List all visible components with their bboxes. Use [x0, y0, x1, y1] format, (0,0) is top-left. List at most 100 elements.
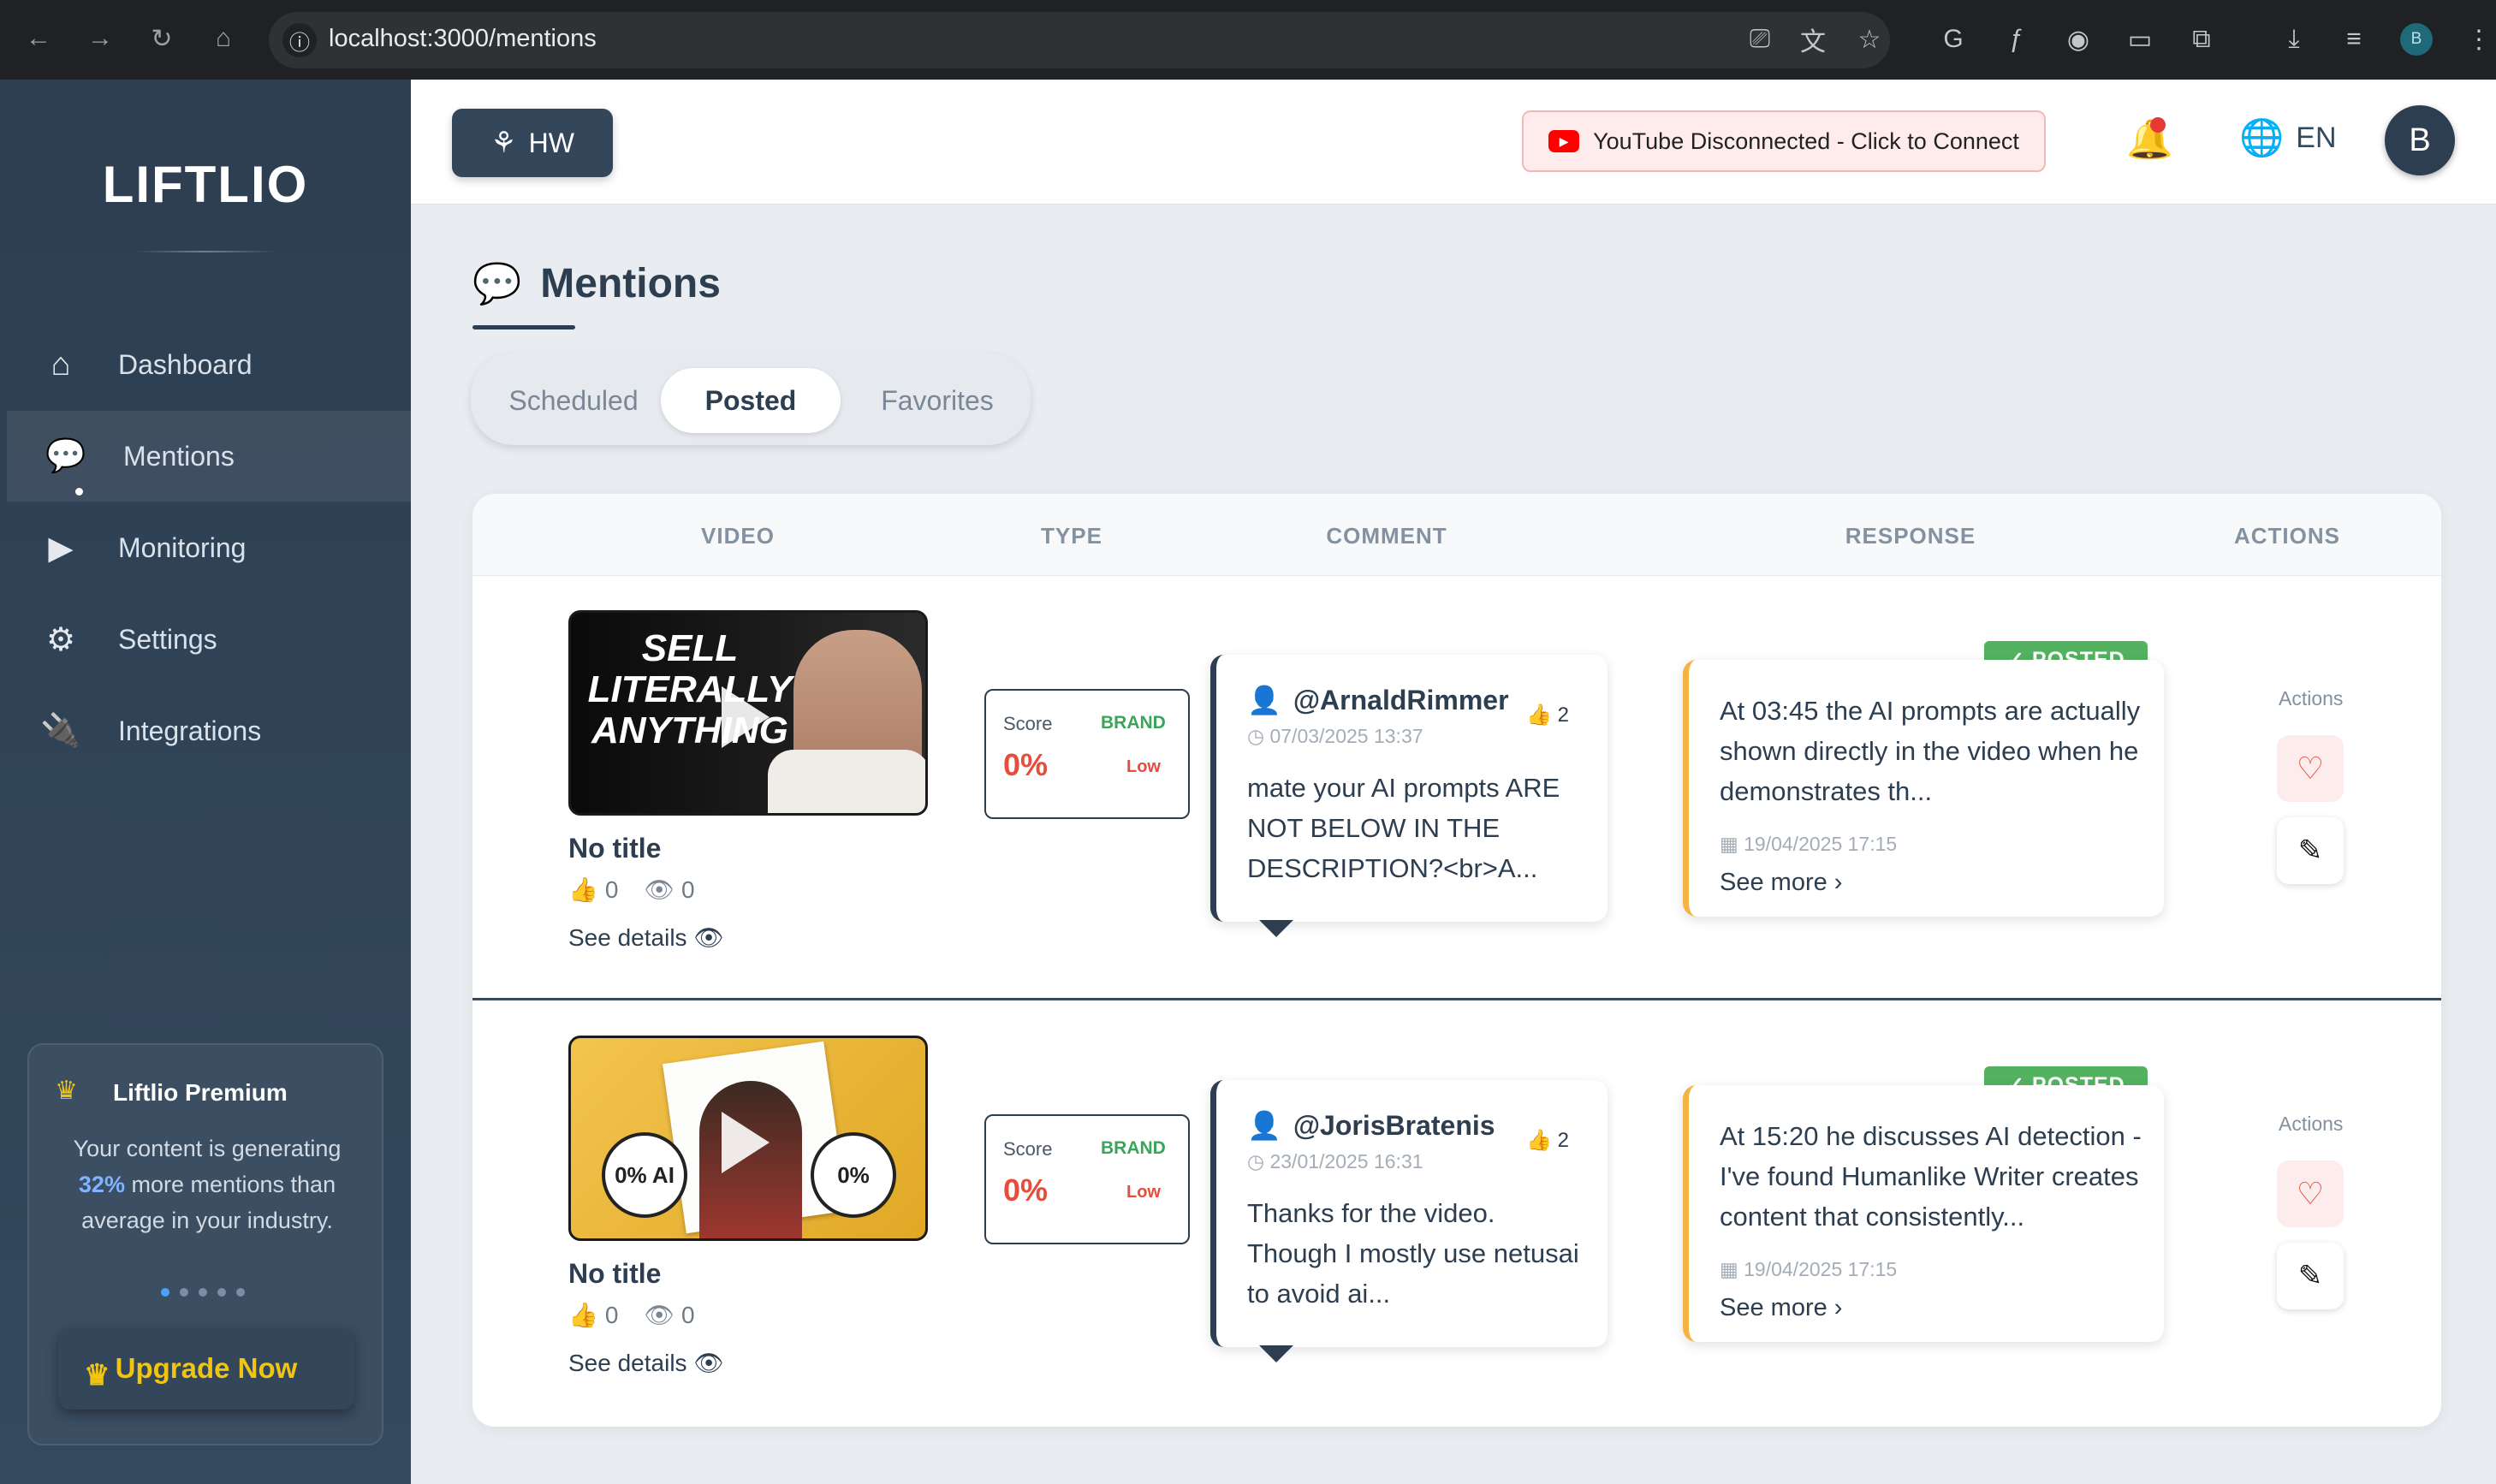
views-count: 0 — [681, 1302, 695, 1328]
see-more-link[interactable]: See more › — [1720, 1294, 1842, 1322]
comment-author[interactable]: 👤 @JorisBratenis — [1247, 1109, 1495, 1142]
download-icon[interactable]: ⤓ — [2277, 22, 2311, 56]
comment-date-text: 07/03/2025 13:37 — [1269, 725, 1423, 747]
home-browser-icon[interactable]: ⌂ — [205, 21, 241, 56]
play-icon[interactable] — [722, 1112, 770, 1173]
video-views: 👁 0 — [644, 876, 694, 904]
thumbnail-badge-left: 0% AI — [602, 1132, 687, 1218]
youtube-connect-button[interactable]: ▶ YouTube Disconnected - Click to Connec… — [1522, 110, 2046, 172]
column-header-actions: ACTIONS — [2234, 523, 2340, 549]
comment-card: 👤 @ArnaldRimmer 👍 2 ◷ 07/03/2025 13:37 ma… — [1210, 655, 1608, 937]
calendar-icon: ▦ — [1720, 1258, 1738, 1280]
table-header: VIDEO TYPE COMMENT RESPONSE ACTIONS — [472, 494, 2441, 576]
crown-icon: ♛ — [55, 1077, 78, 1105]
formula-extension-icon[interactable]: ƒ — [2000, 22, 2034, 56]
reload-icon[interactable]: ↻ — [144, 21, 180, 56]
app-logo[interactable]: LIFTLIO — [0, 155, 411, 214]
tab-posted[interactable]: Posted — [661, 368, 841, 433]
forward-icon[interactable]: → — [82, 21, 118, 56]
comment-pointer — [1259, 1345, 1293, 1362]
carousel-dot[interactable] — [180, 1288, 188, 1297]
premium-text-before: Your content is generating — [73, 1136, 342, 1161]
video-thumbnail[interactable]: SELL LITERALLY ANYTHING — [568, 610, 928, 816]
edit-button[interactable]: ✎ — [2277, 1243, 2344, 1309]
translate-icon[interactable]: 文 — [1796, 22, 1830, 56]
sidebar-item-mentions[interactable]: 💬 Mentions — [7, 411, 411, 502]
thumbnail-shirt — [768, 750, 925, 813]
comments-icon: 💬 — [472, 261, 522, 306]
table-row: SELL LITERALLY ANYTHING No title 👍 0 👁 0 S… — [472, 576, 2441, 1000]
heart-icon: ♡ — [2296, 751, 2325, 786]
video-title: No title — [568, 833, 662, 864]
notification-bell-icon[interactable]: 🔔 — [2126, 117, 2173, 162]
camera-extension-icon[interactable]: ◉ — [2061, 22, 2095, 56]
type-badge: BRAND — [1101, 713, 1166, 733]
sidebar-item-monitoring[interactable]: ▶ Monitoring — [7, 502, 411, 593]
install-icon[interactable]: ⎚ — [1743, 22, 1777, 56]
sidebar-item-integrations[interactable]: 🔌 Integrations — [7, 686, 411, 776]
response-date-text: 19/04/2025 17:15 — [1744, 833, 1898, 855]
bookmark-star-icon[interactable]: ☆ — [1852, 22, 1887, 56]
response-card: At 03:45 the AI prompts are actually sho… — [1683, 660, 2164, 917]
comment-date: ◷ 07/03/2025 13:37 — [1247, 725, 1423, 748]
see-details-link[interactable]: See details 👁 — [568, 1349, 724, 1377]
upgrade-button[interactable]: ♛ Upgrade Now — [58, 1327, 354, 1410]
video-stats: 👍 0 👁 0 — [568, 876, 695, 904]
site-info-icon[interactable]: ⓘ — [282, 23, 317, 57]
thumbs-up-icon: 👍 — [568, 1302, 598, 1328]
row-divider — [472, 998, 2441, 1000]
sidebar-item-label: Monitoring — [118, 531, 247, 563]
plug-icon: 🔌 — [40, 713, 81, 749]
project-label: HW — [528, 127, 574, 158]
logo-divider — [134, 251, 277, 252]
response-date-text: 19/04/2025 17:15 — [1744, 1258, 1898, 1280]
carousel-dot[interactable] — [236, 1288, 245, 1297]
browser-menu-icon[interactable]: ⋮ — [2462, 22, 2496, 56]
carousel-dots[interactable] — [161, 1288, 245, 1297]
chevron-right-icon: › — [1833, 1294, 1843, 1321]
thumbs-up-icon: 👍 — [1526, 703, 1552, 727]
score-label: Score — [1003, 713, 1053, 734]
thumbs-up-icon: 👍 — [568, 876, 598, 903]
favorite-button[interactable]: ♡ — [2277, 735, 2344, 802]
sidebar-item-dashboard[interactable]: ⌂ Dashboard — [7, 319, 411, 410]
see-more-link[interactable]: See more › — [1720, 869, 1842, 897]
mentions-table: VIDEO TYPE COMMENT RESPONSE ACTIONS SELL… — [472, 494, 2441, 1427]
extensions-puzzle-icon[interactable]: ⧉ — [2184, 22, 2219, 56]
thumbnail-badge-right: 0% — [811, 1132, 896, 1218]
response-date: ▦ 19/04/2025 17:15 — [1720, 1258, 1897, 1281]
heart-icon: ♡ — [2296, 1176, 2325, 1211]
edit-button[interactable]: ✎ — [2277, 817, 2344, 884]
carousel-dot[interactable] — [161, 1288, 169, 1297]
see-details-link[interactable]: See details 👁 — [568, 923, 724, 952]
sidebar-item-settings[interactable]: ⚙ Settings — [7, 594, 411, 685]
address-bar[interactable]: ⓘ localhost:3000/mentions — [269, 12, 1890, 68]
project-selector-button[interactable]: ⚘ HW — [452, 109, 613, 177]
video-thumbnail[interactable]: 0% AI 0% — [568, 1036, 928, 1241]
upgrade-label: Upgrade Now — [115, 1352, 298, 1384]
pencil-icon: ✎ — [2297, 834, 2323, 867]
active-indicator — [75, 488, 83, 496]
window-extension-icon[interactable]: ▭ — [2123, 22, 2157, 56]
url-text[interactable]: localhost:3000/mentions — [329, 25, 597, 53]
tab-scheduled[interactable]: Scheduled — [505, 368, 642, 433]
extension-translate-icon[interactable]: G — [1936, 22, 1970, 56]
tab-favorites[interactable]: Favorites — [856, 368, 1019, 433]
reading-list-icon[interactable]: ≡ — [2337, 22, 2371, 56]
browser-profile-avatar[interactable]: B — [2400, 23, 2433, 56]
premium-percent: 32% — [78, 1172, 125, 1197]
favorite-button[interactable]: ♡ — [2277, 1160, 2344, 1227]
comment-author[interactable]: 👤 @ArnaldRimmer — [1247, 684, 1509, 716]
page-title: 💬 Mentions — [472, 260, 721, 307]
video-views: 👁 0 — [644, 1301, 694, 1329]
column-header-response: RESPONSE — [1845, 523, 1976, 549]
language-selector[interactable]: 🌐 EN — [2239, 117, 2337, 159]
score-card: Score BRAND 0% Low — [984, 1114, 1190, 1244]
carousel-dot[interactable] — [199, 1288, 207, 1297]
comment-likes: 👍 2 — [1526, 703, 1569, 727]
user-avatar[interactable]: B — [2385, 105, 2455, 175]
back-icon[interactable]: ← — [21, 21, 56, 56]
carousel-dot[interactable] — [217, 1288, 226, 1297]
youtube-icon: ▶ — [48, 530, 74, 567]
play-icon[interactable] — [722, 686, 770, 748]
